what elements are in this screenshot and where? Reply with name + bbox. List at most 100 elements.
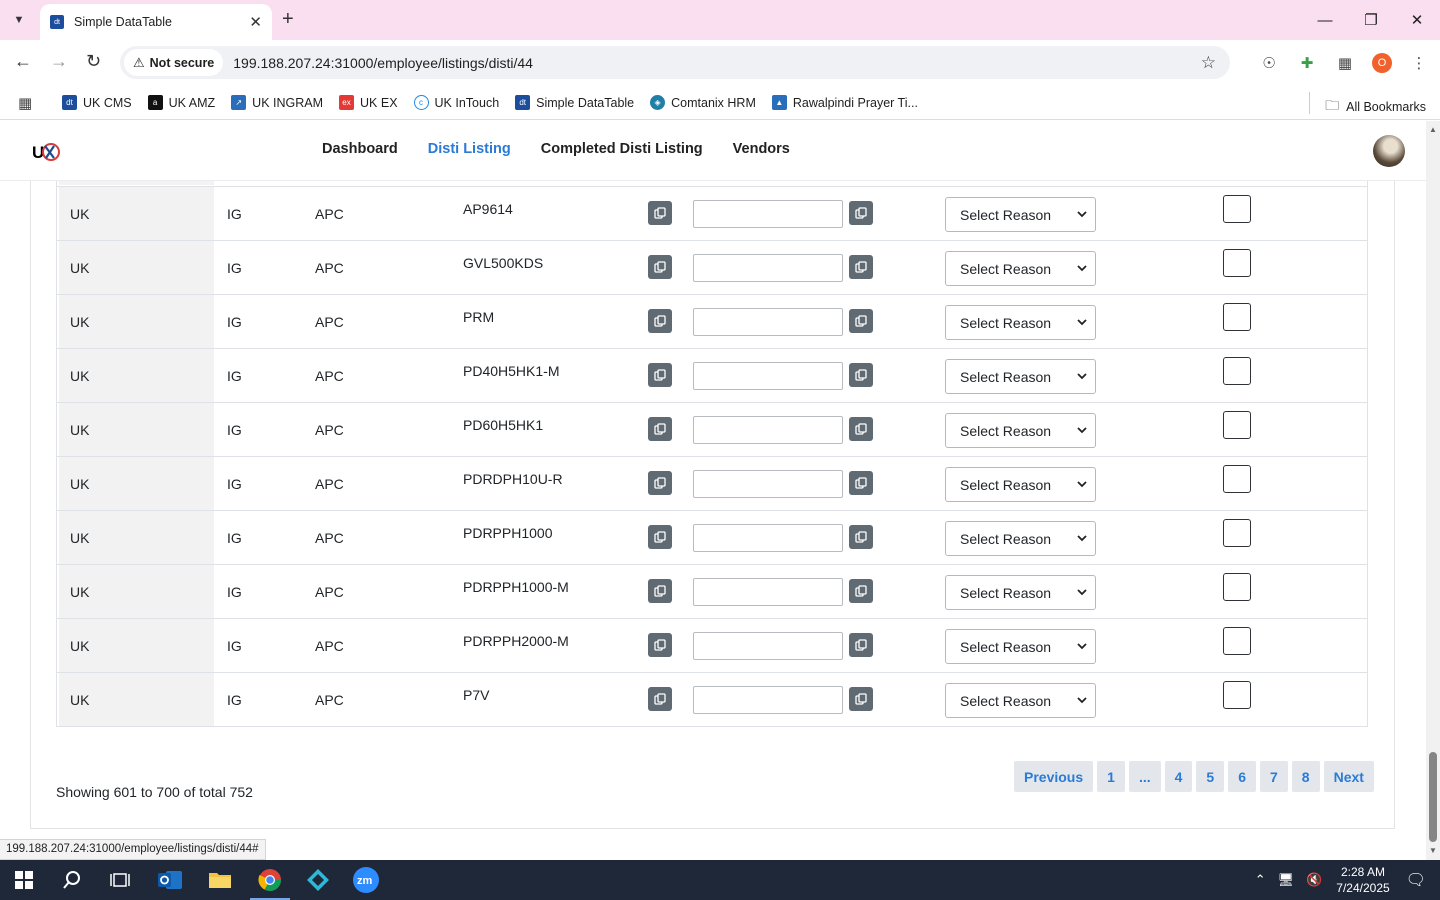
row-checkbox[interactable] — [1223, 519, 1251, 547]
chrome-icon[interactable] — [246, 860, 294, 900]
copy-sku-button[interactable] — [648, 309, 672, 333]
copy-sku-button[interactable] — [648, 363, 672, 387]
paste-button[interactable] — [849, 525, 873, 549]
sku-input-field[interactable] — [693, 308, 843, 336]
minimize-icon[interactable]: — — [1302, 0, 1348, 40]
row-checkbox[interactable] — [1223, 195, 1251, 223]
notifications-icon[interactable]: 🗨 — [1406, 870, 1426, 890]
zoom-icon[interactable]: zm — [342, 860, 390, 900]
paste-button[interactable] — [849, 201, 873, 225]
extension-plus-icon[interactable]: ✚ — [1296, 52, 1318, 74]
row-checkbox[interactable] — [1223, 411, 1251, 439]
page-button-7[interactable]: 7 — [1260, 761, 1288, 792]
page-button-next[interactable]: Next — [1323, 761, 1374, 792]
tray-chevron-icon[interactable]: ⌃ — [1255, 872, 1266, 888]
sku-input-field[interactable] — [693, 254, 843, 282]
page-scrollbar[interactable]: ▲ ▼ — [1426, 121, 1440, 860]
row-checkbox[interactable] — [1223, 573, 1251, 601]
copy-sku-button[interactable] — [648, 525, 672, 549]
uk-logo-icon[interactable]: U — [32, 138, 60, 164]
user-avatar[interactable] — [1373, 135, 1405, 167]
new-tab-plus-icon[interactable]: + — [282, 8, 294, 31]
row-checkbox[interactable] — [1223, 357, 1251, 385]
sku-input-field[interactable] — [693, 200, 843, 228]
paste-button[interactable] — [849, 633, 873, 657]
file-explorer-icon[interactable] — [196, 860, 244, 900]
paste-button[interactable] — [849, 255, 873, 279]
url-text[interactable]: 199.188.207.24:31000/employee/listings/d… — [233, 55, 1200, 71]
row-checkbox[interactable] — [1223, 303, 1251, 331]
reason-select[interactable]: Select Reason — [945, 413, 1096, 448]
sku-input-field[interactable] — [693, 362, 843, 390]
copy-sku-button[interactable] — [648, 633, 672, 657]
reason-select[interactable]: Select Reason — [945, 359, 1096, 394]
sku-input-field[interactable] — [693, 470, 843, 498]
page-button-4[interactable]: 4 — [1164, 761, 1193, 792]
bookmark-simple-datatable[interactable]: dt Simple DataTable — [515, 95, 634, 110]
task-view-icon[interactable] — [96, 860, 144, 900]
back-arrow-icon[interactable]: ← — [14, 51, 32, 72]
all-bookmarks-button[interactable]: 🗀 All Bookmarks — [1325, 95, 1426, 119]
omnibox[interactable]: ⚠ Not secure 199.188.207.24:31000/employ… — [120, 46, 1230, 79]
reason-select[interactable]: Select Reason — [945, 683, 1096, 718]
profile-avatar-icon[interactable]: O — [1372, 53, 1392, 73]
row-checkbox[interactable] — [1223, 465, 1251, 493]
reason-select[interactable]: Select Reason — [945, 629, 1096, 664]
apps-grid-icon[interactable]: ▦ — [18, 94, 36, 112]
windows-start-icon[interactable] — [0, 860, 48, 900]
bookmark-uk-ex[interactable]: ex UK EX — [339, 95, 398, 110]
reason-select[interactable]: Select Reason — [945, 305, 1096, 340]
page-button-8[interactable]: 8 — [1291, 761, 1320, 792]
row-checkbox[interactable] — [1223, 681, 1251, 709]
paste-button[interactable] — [849, 579, 873, 603]
search-icon[interactable] — [48, 860, 96, 900]
copy-sku-button[interactable] — [648, 471, 672, 495]
paste-button[interactable] — [849, 309, 873, 333]
reason-select[interactable]: Select Reason — [945, 251, 1096, 286]
bookmark-uk-cms[interactable]: dt UK CMS — [62, 95, 132, 110]
copy-sku-button[interactable] — [648, 201, 672, 225]
sku-input-field[interactable] — [693, 416, 843, 444]
nav-link-vendors[interactable]: Vendors — [733, 141, 790, 157]
bookmark-star-icon[interactable]: ☆ — [1201, 53, 1216, 73]
security-chip[interactable]: ⚠ Not secure — [124, 49, 224, 76]
page-button-previous[interactable]: Previous — [1014, 761, 1094, 792]
outlook-icon[interactable] — [146, 860, 194, 900]
reason-select[interactable]: Select Reason — [945, 575, 1096, 610]
copy-sku-button[interactable] — [648, 687, 672, 711]
pinned-app-icon[interactable] — [294, 860, 342, 900]
tab-search-chevron-icon[interactable]: ▼ — [6, 8, 32, 32]
forward-arrow-icon[interactable]: → — [50, 51, 68, 72]
translate-globe-icon[interactable]: ☉ — [1258, 52, 1280, 74]
nav-link-dashboard[interactable]: Dashboard — [322, 141, 398, 157]
copy-sku-button[interactable] — [648, 255, 672, 279]
network-icon[interactable]: 🖥 — [1278, 872, 1295, 888]
reload-icon[interactable]: ↻ — [86, 51, 101, 72]
system-clock[interactable]: 2:28 AM 7/24/2025 — [1336, 864, 1389, 896]
bookmark-prayer-times[interactable]: ▲ Rawalpindi Prayer Ti... — [771, 95, 918, 110]
row-checkbox[interactable] — [1223, 627, 1251, 655]
volume-muted-icon[interactable]: 🔇 — [1306, 872, 1322, 888]
page-button-5[interactable]: 5 — [1196, 761, 1225, 792]
paste-button[interactable] — [849, 363, 873, 387]
paste-button[interactable] — [849, 417, 873, 441]
tab-close-icon[interactable]: ✕ — [249, 13, 262, 31]
page-button-1[interactable]: 1 — [1097, 761, 1125, 792]
copy-sku-button[interactable] — [648, 579, 672, 603]
browser-menu-icon[interactable]: ⋮ — [1408, 52, 1430, 74]
bookmark-uk-ingram[interactable]: ↗ UK INGRAM — [231, 95, 323, 110]
restore-icon[interactable]: ❐ — [1348, 0, 1394, 40]
copy-sku-button[interactable] — [648, 417, 672, 441]
page-button-6[interactable]: 6 — [1228, 761, 1256, 792]
extensions-puzzle-icon[interactable]: ▦ — [1334, 52, 1356, 74]
scrollbar-thumb[interactable] — [1429, 752, 1437, 842]
bookmark-uk-intouch[interactable]: c UK InTouch — [413, 95, 499, 110]
window-close-icon[interactable]: ✕ — [1394, 0, 1440, 40]
scroll-up-arrow-icon[interactable]: ▲ — [1429, 125, 1437, 134]
nav-link-disti-listing[interactable]: Disti Listing — [428, 141, 511, 157]
browser-tab-active[interactable]: dt Simple DataTable ✕ — [40, 4, 272, 40]
reason-select[interactable]: Select Reason — [945, 467, 1096, 502]
reason-select[interactable]: Select Reason — [945, 197, 1096, 232]
paste-button[interactable] — [849, 471, 873, 495]
reason-select[interactable]: Select Reason — [945, 521, 1096, 556]
